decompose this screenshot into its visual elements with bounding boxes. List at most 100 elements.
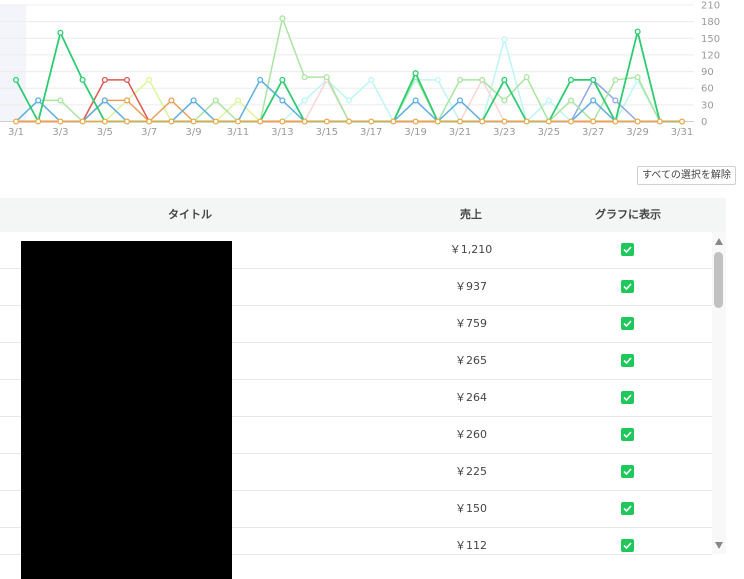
data-point[interactable]	[279, 97, 286, 104]
data-point[interactable]	[35, 97, 42, 104]
show-in-graph-checkbox[interactable]	[621, 502, 634, 515]
data-point[interactable]	[101, 76, 108, 83]
zero-data-point[interactable]	[390, 118, 397, 125]
show-in-graph-checkbox[interactable]	[621, 391, 634, 404]
zero-data-point[interactable]	[101, 118, 108, 125]
zero-data-point[interactable]	[190, 118, 197, 125]
data-point[interactable]	[479, 76, 486, 83]
data-point[interactable]	[612, 97, 619, 104]
zero-data-point[interactable]	[146, 118, 153, 125]
clear-all-selection-button[interactable]: すべての選択を解除	[637, 166, 736, 185]
zero-data-point[interactable]	[123, 118, 131, 125]
zero-data-point[interactable]	[345, 118, 353, 125]
data-point[interactable]	[301, 74, 308, 81]
show-in-graph-checkbox[interactable]	[621, 317, 634, 330]
scroll-thumb[interactable]	[714, 252, 723, 308]
zero-data-point[interactable]	[501, 118, 508, 125]
data-point[interactable]	[567, 76, 575, 83]
show-in-graph-checkbox[interactable]	[621, 243, 634, 256]
zero-data-point[interactable]	[634, 118, 641, 125]
data-point[interactable]	[345, 97, 353, 104]
column-header-sales[interactable]: 売上	[380, 198, 562, 232]
zero-data-point[interactable]	[35, 118, 42, 125]
y-tick-label: 120	[701, 50, 720, 61]
show-in-graph-checkbox[interactable]	[621, 428, 634, 441]
data-point[interactable]	[279, 15, 286, 22]
data-point[interactable]	[57, 97, 64, 104]
x-tick-label: 3/9	[186, 127, 202, 138]
zero-data-point[interactable]	[590, 118, 597, 125]
y-tick-label: 210	[701, 1, 720, 12]
data-point[interactable]	[212, 97, 219, 104]
zero-data-point[interactable]	[456, 118, 464, 125]
data-point[interactable]	[168, 97, 175, 104]
sales-cell: ￥759	[455, 317, 487, 330]
zero-data-point[interactable]	[279, 118, 286, 125]
zero-data-point[interactable]	[412, 118, 419, 125]
data-point[interactable]	[456, 76, 464, 83]
zero-data-point[interactable]	[678, 118, 686, 125]
data-point[interactable]	[301, 97, 308, 104]
data-point[interactable]	[456, 97, 464, 104]
show-in-graph-checkbox[interactable]	[621, 539, 634, 552]
data-point[interactable]	[12, 76, 20, 83]
zero-data-point[interactable]	[523, 118, 530, 125]
data-point[interactable]	[79, 76, 86, 83]
zero-data-point[interactable]	[323, 118, 330, 125]
zero-data-point[interactable]	[612, 118, 619, 125]
scroll-up-arrow-icon[interactable]	[715, 238, 723, 245]
data-point[interactable]	[101, 97, 108, 104]
data-point[interactable]	[612, 76, 619, 83]
zero-data-point[interactable]	[212, 118, 219, 125]
x-tick-label: 3/13	[271, 127, 293, 138]
show-in-graph-checkbox[interactable]	[621, 280, 634, 293]
show-in-graph-checkbox[interactable]	[621, 465, 634, 478]
zero-data-point[interactable]	[545, 118, 552, 125]
zero-data-point[interactable]	[368, 118, 375, 125]
data-point[interactable]	[590, 97, 597, 104]
zero-data-point[interactable]	[57, 118, 64, 125]
data-point[interactable]	[523, 74, 530, 81]
data-point[interactable]	[257, 76, 264, 83]
zero-data-point[interactable]	[12, 118, 20, 125]
data-point[interactable]	[234, 97, 242, 104]
data-point[interactable]	[545, 97, 552, 104]
data-point[interactable]	[123, 97, 131, 104]
sales-cell: ￥265	[455, 354, 487, 367]
data-point[interactable]	[434, 76, 441, 83]
column-header-show-in-graph: グラフに表示	[595, 208, 661, 221]
data-point[interactable]	[323, 74, 330, 81]
scroll-down-arrow-icon[interactable]	[715, 542, 723, 549]
column-header-title[interactable]: タイトル	[0, 198, 380, 232]
data-point[interactable]	[501, 36, 508, 43]
zero-data-point[interactable]	[567, 118, 575, 125]
data-point[interactable]	[123, 76, 131, 83]
y-tick-label: 60	[701, 84, 714, 95]
data-point[interactable]	[634, 74, 641, 81]
show-in-graph-checkbox[interactable]	[621, 354, 634, 367]
data-point[interactable]	[501, 97, 508, 104]
zero-data-point[interactable]	[79, 118, 86, 125]
data-point[interactable]	[412, 70, 419, 77]
zero-data-point[interactable]	[257, 118, 264, 125]
data-point[interactable]	[590, 76, 597, 83]
data-point[interactable]	[634, 28, 641, 35]
data-point[interactable]	[412, 97, 419, 104]
data-point[interactable]	[57, 29, 64, 36]
zero-data-point[interactable]	[434, 118, 441, 125]
series-line	[15, 30, 682, 124]
zero-data-point[interactable]	[168, 118, 175, 125]
zero-data-point[interactable]	[301, 118, 308, 125]
table-scrollbar[interactable]	[712, 232, 726, 554]
data-point[interactable]	[501, 76, 508, 83]
data-point[interactable]	[279, 76, 286, 83]
zero-data-point[interactable]	[656, 118, 663, 125]
data-point[interactable]	[567, 97, 575, 104]
data-point[interactable]	[368, 76, 375, 83]
data-point[interactable]	[146, 76, 153, 83]
zero-data-point[interactable]	[479, 118, 486, 125]
x-tick-label: 3/25	[538, 127, 560, 138]
sales-cell: ￥225	[455, 465, 487, 478]
zero-data-point[interactable]	[234, 118, 242, 125]
data-point[interactable]	[190, 97, 197, 104]
